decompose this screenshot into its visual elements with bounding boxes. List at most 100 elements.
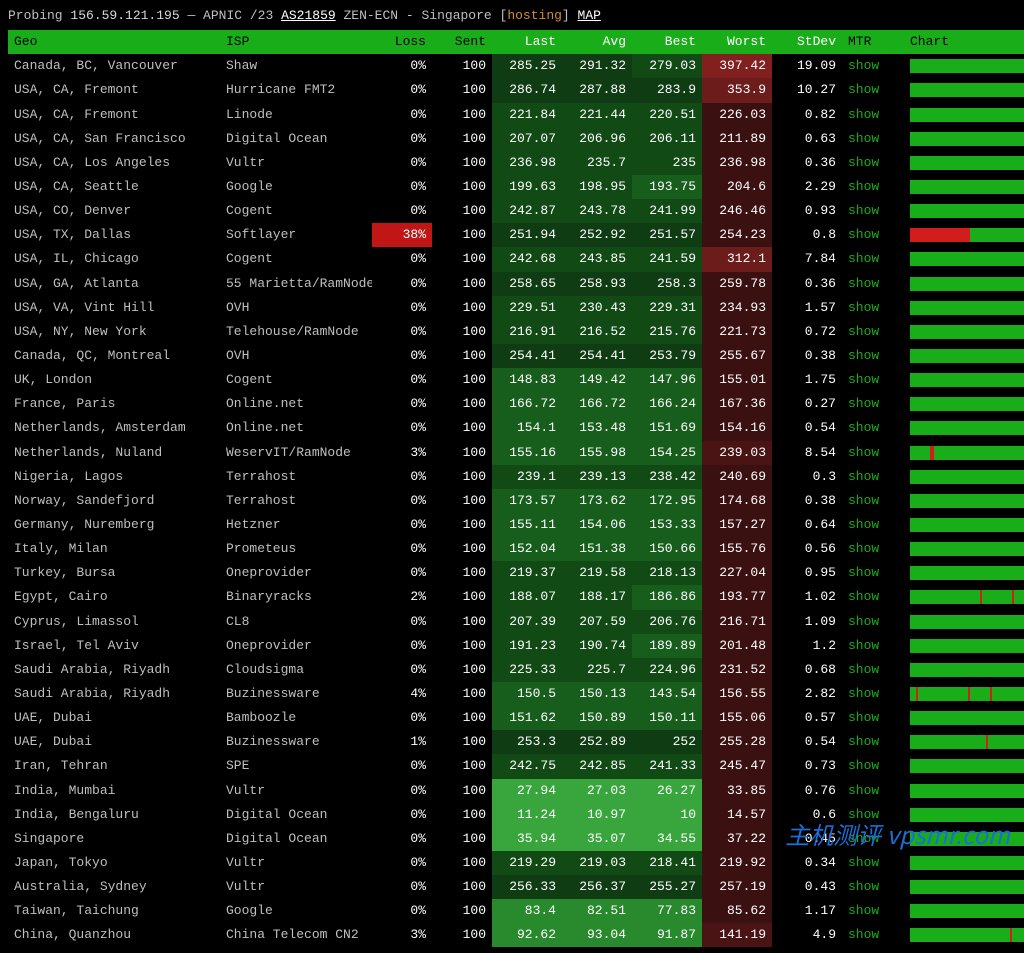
mtr-show-link[interactable]: show [842, 223, 904, 247]
cell-best: 218.41 [632, 851, 702, 875]
mtr-show-link[interactable]: show [842, 368, 904, 392]
cell-last: 258.65 [492, 272, 562, 296]
col-stdev[interactable]: StDev [772, 30, 842, 54]
col-avg[interactable]: Avg [562, 30, 632, 54]
col-loss[interactable]: Loss [372, 30, 432, 54]
cell-best: 253.79 [632, 344, 702, 368]
mtr-show-link[interactable]: show [842, 803, 904, 827]
col-sent[interactable]: Sent [432, 30, 492, 54]
mtr-show-link[interactable]: show [842, 54, 904, 78]
col-chart[interactable]: Chart [904, 30, 1024, 54]
mtr-show-link[interactable]: show [842, 923, 904, 947]
cell-sent: 100 [432, 634, 492, 658]
cell-last: 155.16 [492, 441, 562, 465]
mtr-show-link[interactable]: show [842, 489, 904, 513]
col-isp[interactable]: ISP [220, 30, 372, 54]
cell-last: 154.1 [492, 416, 562, 440]
mtr-show-link[interactable]: show [842, 320, 904, 344]
mtr-show-link[interactable]: show [842, 247, 904, 271]
cell-sent: 100 [432, 296, 492, 320]
col-geo[interactable]: Geo [8, 30, 220, 54]
cell-geo: Norway, Sandefjord [8, 489, 220, 513]
cell-stdev: 0.56 [772, 537, 842, 561]
table-row: Nigeria, LagosTerrahost0%100239.1239.132… [8, 465, 1024, 489]
mtr-show-link[interactable]: show [842, 730, 904, 754]
cell-last: 150.5 [492, 682, 562, 706]
mtr-show-link[interactable]: show [842, 827, 904, 851]
mtr-show-link[interactable]: show [842, 416, 904, 440]
cell-geo: USA, CA, Fremont [8, 103, 220, 127]
cell-sent: 100 [432, 489, 492, 513]
cell-loss: 0% [372, 754, 432, 778]
probe-ip: 156.59.121.195 [70, 8, 179, 23]
cell-worst: 254.23 [702, 223, 772, 247]
cell-isp: Cogent [220, 368, 372, 392]
cell-sent: 100 [432, 320, 492, 344]
cell-last: 207.39 [492, 610, 562, 634]
mtr-show-link[interactable]: show [842, 585, 904, 609]
cell-loss: 0% [372, 392, 432, 416]
cell-best: 166.24 [632, 392, 702, 416]
cell-isp: Linode [220, 103, 372, 127]
cell-last: 92.62 [492, 923, 562, 947]
cell-worst: 259.78 [702, 272, 772, 296]
col-worst[interactable]: Worst [702, 30, 772, 54]
cell-worst: 239.03 [702, 441, 772, 465]
asn-link[interactable]: AS21859 [281, 8, 336, 23]
cell-stdev: 0.45 [772, 827, 842, 851]
col-mtr[interactable]: MTR [842, 30, 904, 54]
cell-worst: 174.68 [702, 489, 772, 513]
mtr-show-link[interactable]: show [842, 465, 904, 489]
cell-stdev: 1.57 [772, 296, 842, 320]
mtr-show-link[interactable]: show [842, 875, 904, 899]
mtr-show-link[interactable]: show [842, 272, 904, 296]
mtr-show-link[interactable]: show [842, 561, 904, 585]
cell-stdev: 0.27 [772, 392, 842, 416]
cell-loss: 0% [372, 634, 432, 658]
cell-sent: 100 [432, 513, 492, 537]
map-link[interactable]: MAP [578, 8, 601, 23]
cell-loss: 1% [372, 730, 432, 754]
mtr-show-link[interactable]: show [842, 344, 904, 368]
mtr-show-link[interactable]: show [842, 392, 904, 416]
latency-bar [910, 180, 1024, 194]
mtr-show-link[interactable]: show [842, 537, 904, 561]
mtr-show-link[interactable]: show [842, 754, 904, 778]
mtr-show-link[interactable]: show [842, 151, 904, 175]
col-best[interactable]: Best [632, 30, 702, 54]
mtr-show-link[interactable]: show [842, 175, 904, 199]
cell-stdev: 1.75 [772, 368, 842, 392]
mtr-show-link[interactable]: show [842, 851, 904, 875]
mtr-show-link[interactable]: show [842, 706, 904, 730]
cell-geo: USA, CA, San Francisco [8, 127, 220, 151]
mtr-show-link[interactable]: show [842, 441, 904, 465]
cell-avg: 155.98 [562, 441, 632, 465]
cell-stdev: 0.34 [772, 851, 842, 875]
col-last[interactable]: Last [492, 30, 562, 54]
cell-avg: 93.04 [562, 923, 632, 947]
table-row: USA, IL, ChicagoCogent0%100242.68243.852… [8, 247, 1024, 271]
mtr-show-link[interactable]: show [842, 296, 904, 320]
cell-isp: Prometeus [220, 537, 372, 561]
mtr-show-link[interactable]: show [842, 103, 904, 127]
latency-bar [910, 494, 1024, 508]
cell-geo: USA, IL, Chicago [8, 247, 220, 271]
mtr-show-link[interactable]: show [842, 127, 904, 151]
mtr-show-link[interactable]: show [842, 634, 904, 658]
cell-sent: 100 [432, 54, 492, 78]
mtr-show-link[interactable]: show [842, 779, 904, 803]
cell-loss: 2% [372, 585, 432, 609]
cell-isp: Oneprovider [220, 634, 372, 658]
cell-worst: 397.42 [702, 54, 772, 78]
cell-last: 199.63 [492, 175, 562, 199]
mtr-show-link[interactable]: show [842, 513, 904, 537]
mtr-show-link[interactable]: show [842, 899, 904, 923]
mtr-show-link[interactable]: show [842, 199, 904, 223]
mtr-show-link[interactable]: show [842, 658, 904, 682]
latency-bar [910, 397, 1024, 411]
mtr-show-link[interactable]: show [842, 610, 904, 634]
mtr-show-link[interactable]: show [842, 78, 904, 102]
cell-geo: Germany, Nuremberg [8, 513, 220, 537]
mtr-show-link[interactable]: show [842, 682, 904, 706]
cell-worst: 245.47 [702, 754, 772, 778]
